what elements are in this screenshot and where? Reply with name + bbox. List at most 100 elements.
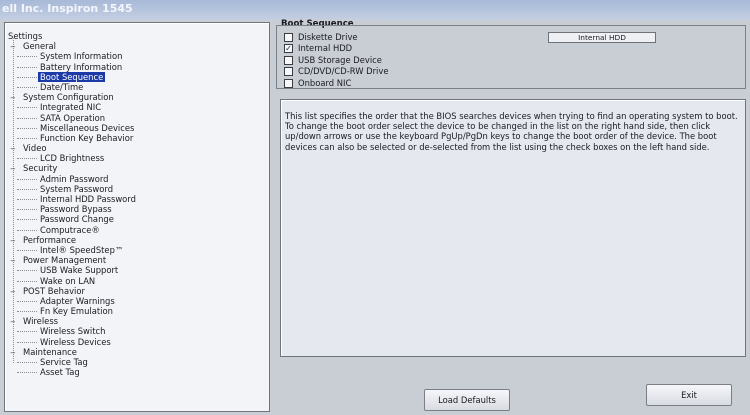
tree-category-security[interactable]: − Security [8,163,266,173]
tree-category-wireless[interactable]: − Wireless [8,316,266,326]
tree-branch-line [17,280,37,282]
tree-item-fn-key-emulation[interactable]: Fn Key Emulation [8,306,266,316]
tree-item-label: Fn Key Emulation [40,306,113,317]
tree-item-label: Password Change [40,214,114,225]
tree-item-wireless-switch[interactable]: Wireless Switch [8,326,266,336]
tree-category-general[interactable]: − General [8,41,266,51]
boot-device-label: Diskette Drive [298,32,358,42]
tree-item-battery-information[interactable]: Battery Information [8,62,266,72]
tree-branch-line [17,229,37,231]
tree-item-lcd-brightness[interactable]: LCD Brightness [8,153,266,163]
tree-category-label: POST Behavior [23,285,85,296]
tree-item-asset-tag[interactable]: Asset Tag [8,367,266,377]
tree-branch-line [17,137,37,139]
boot-device-label: USB Storage Device [298,54,382,65]
settings-tree-panel: Settings − General System Information Batte… [4,22,270,412]
tree-item-boot-sequence[interactable]: Boot Sequence [8,71,266,82]
tree-item-computrace[interactable]: Computrace® [8,225,266,235]
tree-item-admin-password[interactable]: Admin Password [8,174,266,184]
tree-category-label: Power Management [23,255,107,266]
tree-item-internal-hdd-password[interactable]: Internal HDD Password [8,194,266,204]
tree-item-label: Intel® SpeedStep™ [40,244,124,255]
tree-item-wake-on-lan[interactable]: Wake on LAN [8,276,266,286]
load-defaults-button[interactable]: Load Defaults [424,389,510,411]
boot-order-list[interactable]: Internal HDD [548,32,656,43]
tree-category-performance[interactable]: − Performance [8,235,266,245]
tree-branch-line [17,372,37,374]
description-text: This list specifies the order that the B… [285,111,738,152]
window-title: ell Inc. Inspiron 1545 [2,2,133,15]
tree-item-password-bypass[interactable]: Password Bypass [8,204,266,214]
tree-item-sata-operation[interactable]: SATA Operation [8,113,266,123]
tree-item-label: Wireless Switch [40,326,106,337]
tree-item-password-change[interactable]: Password Change [8,214,266,224]
window-titlebar: ell Inc. Inspiron 1545 [0,0,750,20]
tree-item-integrated-nic[interactable]: Integrated NIC [8,102,266,112]
checkbox[interactable] [284,33,293,42]
tree-branch-line [17,188,37,190]
tree-item-function-key-behavior[interactable]: Function Key Behavior [8,133,266,143]
tree-item-label: Date/Time [40,81,84,92]
tree-item-label: Password Bypass [40,204,112,215]
checkbox[interactable]: ✓ [284,44,293,54]
tree-item-label: Asset Tag [40,367,80,378]
checkbox[interactable] [284,67,293,77]
tree-item-label: USB Wake Support [40,265,119,276]
tree-item-label: Function Key Behavior [40,132,134,143]
checkbox[interactable] [284,78,293,88]
tree-item-usb-wake-support[interactable]: USB Wake Support [8,265,266,275]
tree-item-system-information[interactable]: System Information [8,51,266,61]
tree-item-label: System Information [40,51,123,62]
tree-category-label: Wireless [23,316,59,327]
tree-category-label: System Configuration [23,92,114,103]
exit-button[interactable]: Exit [646,384,732,406]
tree-branch-line [17,158,37,160]
tree-branch-line [17,86,37,88]
tree-item-label: Boot Sequence [38,71,106,82]
tree-branch-line [17,107,37,109]
tree-branch-line [17,300,37,302]
tree-item-label: Integrated NIC [40,102,102,113]
boot-device-label: Onboard NIC [298,77,352,88]
tree-item-label: Service Tag [40,357,88,367]
tree-branch-line [17,56,37,58]
tree-branch-line [17,270,37,272]
tree-category-video[interactable]: − Video [8,143,266,153]
tree-item-miscellaneous-devices[interactable]: Miscellaneous Devices [8,123,266,133]
tree-item-label: Computrace® [40,224,100,235]
tree-item-wireless-devices[interactable]: Wireless Devices [8,337,266,347]
tree-item-intel-speedstep[interactable]: Intel® SpeedStep™ [8,245,266,255]
tree-category-label: Maintenance [23,346,77,357]
tree-root-settings[interactable]: Settings [8,31,266,41]
tree-branch-line [17,127,37,129]
tree-item-label: System Password [40,183,114,194]
tree-category-label: Security [23,163,58,174]
tree-category-post-behavior[interactable]: − POST Behavior [8,286,266,296]
tree-item-service-tag[interactable]: Service Tag [8,357,266,367]
tree-item-label: Miscellaneous Devices [40,122,135,133]
tree-branch-line [17,76,37,78]
tree-item-label: Adapter Warnings [40,295,115,306]
tree-category-power-management[interactable]: − Power Management [8,255,266,265]
tree-item-label: Battery Information [40,61,123,72]
tree-branch-line [17,311,37,313]
tree-root-label: Settings [8,31,43,41]
tree-branch-line [17,362,37,363]
tree-category-maintenance[interactable]: − Maintenance [8,347,266,357]
tree-category-label: Performance [23,234,77,245]
tree-item-adapter-warnings[interactable]: Adapter Warnings [8,296,266,306]
boot-device-label: CD/DVD/CD-RW Drive [298,66,389,77]
tree-item-date-time[interactable]: Date/Time [8,82,266,92]
tree-item-system-password[interactable]: System Password [8,184,266,194]
tree-category-system-configuration[interactable]: − System Configuration [8,92,266,102]
tree-branch-line [17,199,37,200]
boot-order-item[interactable]: Internal HDD [578,33,626,42]
tree-item-label: SATA Operation [40,112,106,123]
tree-branch-line [17,249,37,251]
tree-branch-line [17,219,37,221]
checkbox[interactable] [284,55,293,65]
tree-item-label: Wake on LAN [40,275,96,286]
tree-item-label: Admin Password [40,173,109,184]
tree-branch-line [17,331,37,333]
tree-item-label: Internal HDD Password [40,194,136,204]
